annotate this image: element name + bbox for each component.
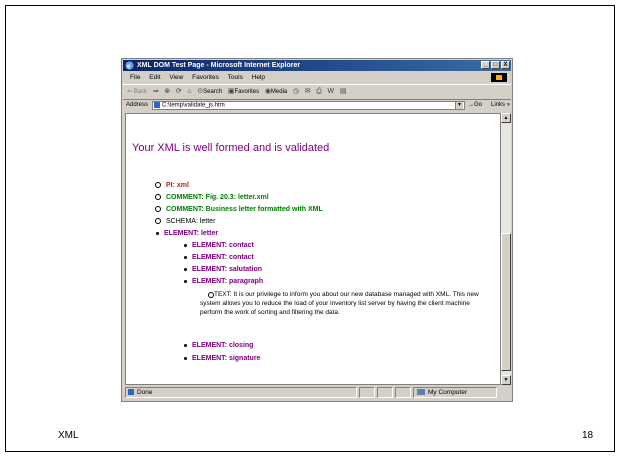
list-item-pi: PI: xml <box>155 181 189 190</box>
list-item-element: ELEMENT: signature <box>184 354 260 363</box>
stop-icon[interactable]: ⊗ <box>164 85 170 99</box>
home-icon[interactable]: ⌂ <box>187 85 191 99</box>
list-item-element: ELEMENT: letter <box>156 229 218 238</box>
window-title: XML DOM Test Page - Microsoft Internet E… <box>137 62 301 69</box>
go-button[interactable]: →Go <box>468 99 482 112</box>
title-bar[interactable]: e XML DOM Test Page - Microsoft Internet… <box>123 60 511 71</box>
menu-view[interactable]: View <box>169 74 183 81</box>
search-button[interactable]: ⊙Search <box>197 85 222 99</box>
menu-tools[interactable]: Tools <box>228 74 243 81</box>
history-icon[interactable]: ◷ <box>293 85 299 99</box>
links-button[interactable]: Links » <box>491 99 510 112</box>
disc-bullet <box>184 279 187 283</box>
menu-help[interactable]: Help <box>252 74 265 81</box>
slide-page-number: 18 <box>582 430 594 441</box>
computer-icon <box>417 389 425 396</box>
circle-bullet <box>155 194 161 201</box>
list-item-element: ELEMENT: salutation <box>184 265 262 274</box>
security-zone: My Computer <box>413 387 497 398</box>
page-heading: Your XML is well formed and is validated <box>132 142 330 154</box>
status-done: Done <box>125 387 357 398</box>
text-node-paragraph: TEXT: It is our privilege to inform you … <box>200 291 479 316</box>
list-item-comment: COMMENT: Business letter formatted with … <box>155 205 323 214</box>
status-bar: Done My Computer <box>123 386 511 401</box>
list-item-element: ELEMENT: contact <box>184 241 254 250</box>
page-icon <box>154 102 160 108</box>
address-value: C:\temp\validate_js.htm <box>162 102 225 109</box>
toolbar: ⇐ Back ⇒ ⊗ ⟳ ⌂ ⊙Search ▣Favorites ◉Media… <box>123 84 511 100</box>
menu-favorites[interactable]: Favorites <box>192 74 219 81</box>
refresh-icon[interactable]: ⟳ <box>176 85 182 99</box>
discuss-icon[interactable]: ▤ <box>340 85 347 99</box>
svg-text:e: e <box>127 62 131 71</box>
mail-icon[interactable]: ✉ <box>305 85 311 99</box>
status-cell <box>377 387 393 398</box>
forward-button[interactable]: ⇒ <box>153 85 159 99</box>
disc-bullet <box>184 343 187 347</box>
menu-bar: File Edit View Favorites Tools Help <box>123 72 511 83</box>
windows-logo-icon <box>491 73 507 82</box>
menu-file[interactable]: File <box>130 74 140 81</box>
scroll-thumb[interactable] <box>501 233 511 371</box>
list-item-comment: COMMENT: Fig. 20.3: letter.xml <box>155 193 269 202</box>
disc-bullet <box>184 255 187 259</box>
page-content: Your XML is well formed and is validated… <box>125 113 501 385</box>
scroll-up-icon[interactable]: ▲ <box>501 113 511 123</box>
address-bar: Address C:\temp\validate_js.htm ▼ →Go Li… <box>123 99 511 112</box>
close-button[interactable]: X <box>501 61 510 69</box>
circle-bullet <box>155 182 161 189</box>
address-input[interactable]: C:\temp\validate_js.htm ▼ <box>152 101 465 110</box>
disc-bullet <box>184 243 187 247</box>
disc-bullet <box>156 231 159 235</box>
list-item-element: ELEMENT: closing <box>184 341 253 350</box>
media-button[interactable]: ◉Media <box>265 85 287 99</box>
address-dropdown-icon[interactable]: ▼ <box>455 102 463 109</box>
page-icon <box>128 389 134 396</box>
edit-icon[interactable]: W <box>328 85 335 99</box>
ie-logo-icon: e <box>125 61 134 70</box>
slide-footer-title: XML <box>58 430 79 441</box>
print-icon[interactable]: ⎙ <box>316 85 322 99</box>
address-label: Address <box>126 102 149 108</box>
circle-bullet <box>155 206 161 213</box>
status-cell <box>395 387 411 398</box>
list-item-schema: SCHEMA: letter <box>155 217 215 226</box>
circle-bullet <box>155 218 161 225</box>
maximize-button[interactable]: □ <box>491 61 500 69</box>
disc-bullet <box>184 267 187 271</box>
vertical-scrollbar[interactable]: ▲ ▼ <box>501 113 511 385</box>
minimize-button[interactable]: _ <box>481 61 490 69</box>
back-button[interactable]: ⇐ Back <box>127 85 147 99</box>
status-cell <box>359 387 375 398</box>
list-item-element: ELEMENT: paragraph <box>184 277 263 286</box>
scroll-down-icon[interactable]: ▼ <box>501 375 511 385</box>
list-item-element: ELEMENT: contact <box>184 253 254 262</box>
favorites-button[interactable]: ▣Favorites <box>228 85 259 99</box>
disc-bullet <box>184 356 187 360</box>
menu-edit[interactable]: Edit <box>149 74 160 81</box>
browser-window: e XML DOM Test Page - Microsoft Internet… <box>121 58 513 402</box>
